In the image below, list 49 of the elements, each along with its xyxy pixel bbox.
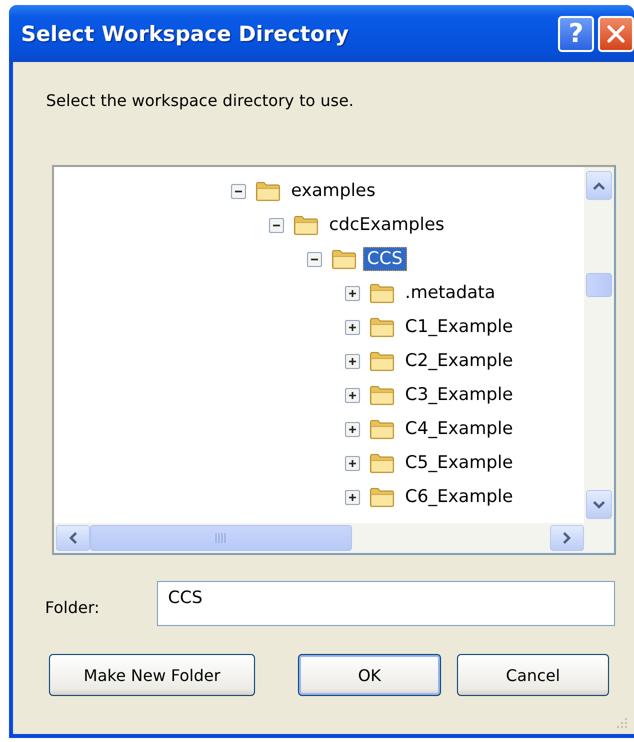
scroll-right-button[interactable]	[550, 525, 584, 551]
dialog-button[interactable]: Cancel	[457, 654, 609, 696]
folder-icon	[369, 316, 395, 338]
close-icon	[606, 24, 626, 44]
folder-item[interactable]: C1_Example	[401, 315, 518, 339]
collapse-icon[interactable]	[269, 218, 284, 232]
folder-item[interactable]: cdcExamples	[325, 213, 448, 237]
folder-item[interactable]: examples	[287, 179, 380, 203]
dialog-button[interactable]: OK	[298, 654, 441, 696]
scroll-down-button[interactable]	[586, 490, 612, 519]
close-button[interactable]	[598, 16, 634, 52]
dialog-button[interactable]: Make New Folder	[49, 654, 255, 696]
collapse-icon[interactable]	[231, 184, 246, 198]
folder-item[interactable]: .metadata	[401, 281, 500, 305]
vertical-scrollbar[interactable]	[584, 167, 614, 523]
resize-grip-icon[interactable]	[614, 716, 628, 730]
scroll-thumb[interactable]	[586, 273, 612, 297]
folder-icon	[369, 282, 395, 304]
folder-item[interactable]: C6_Example	[401, 485, 518, 509]
folder-icon	[369, 384, 395, 406]
folder-icon	[293, 214, 319, 236]
folder-item[interactable]: C4_Example	[401, 417, 518, 441]
scroll-up-button[interactable]	[586, 171, 612, 200]
expand-icon[interactable]	[345, 422, 360, 436]
grip-icon	[215, 533, 227, 543]
folder-icon	[369, 350, 395, 372]
folder-icon	[369, 486, 395, 508]
folder-item[interactable]: C3_Example	[401, 383, 518, 407]
expand-icon[interactable]	[345, 320, 360, 334]
expand-icon[interactable]	[345, 354, 360, 368]
expand-icon[interactable]	[345, 490, 360, 504]
expand-icon[interactable]	[345, 456, 360, 470]
folder-icon	[369, 418, 395, 440]
folder-item[interactable]: C2_Example	[401, 349, 518, 373]
horizontal-scrollbar[interactable]	[54, 523, 614, 553]
folder-icon	[369, 452, 395, 474]
collapse-icon[interactable]	[307, 252, 322, 266]
folder-icon	[255, 180, 281, 202]
folder-item[interactable]: C5_Example	[401, 451, 518, 475]
expand-icon[interactable]	[345, 388, 360, 402]
folder-label: Folder:	[45, 598, 101, 617]
folder-icon	[331, 248, 357, 270]
folder-item[interactable]: CCS	[363, 247, 407, 271]
instruction-text: Select the workspace directory to use.	[46, 91, 355, 110]
window-title: Select Workspace Directory	[21, 22, 349, 46]
scroll-left-button[interactable]	[56, 525, 90, 551]
expand-icon[interactable]	[345, 286, 360, 300]
folder-field[interactable]: CCS	[157, 581, 615, 626]
scroll-thumb[interactable]	[90, 525, 352, 551]
